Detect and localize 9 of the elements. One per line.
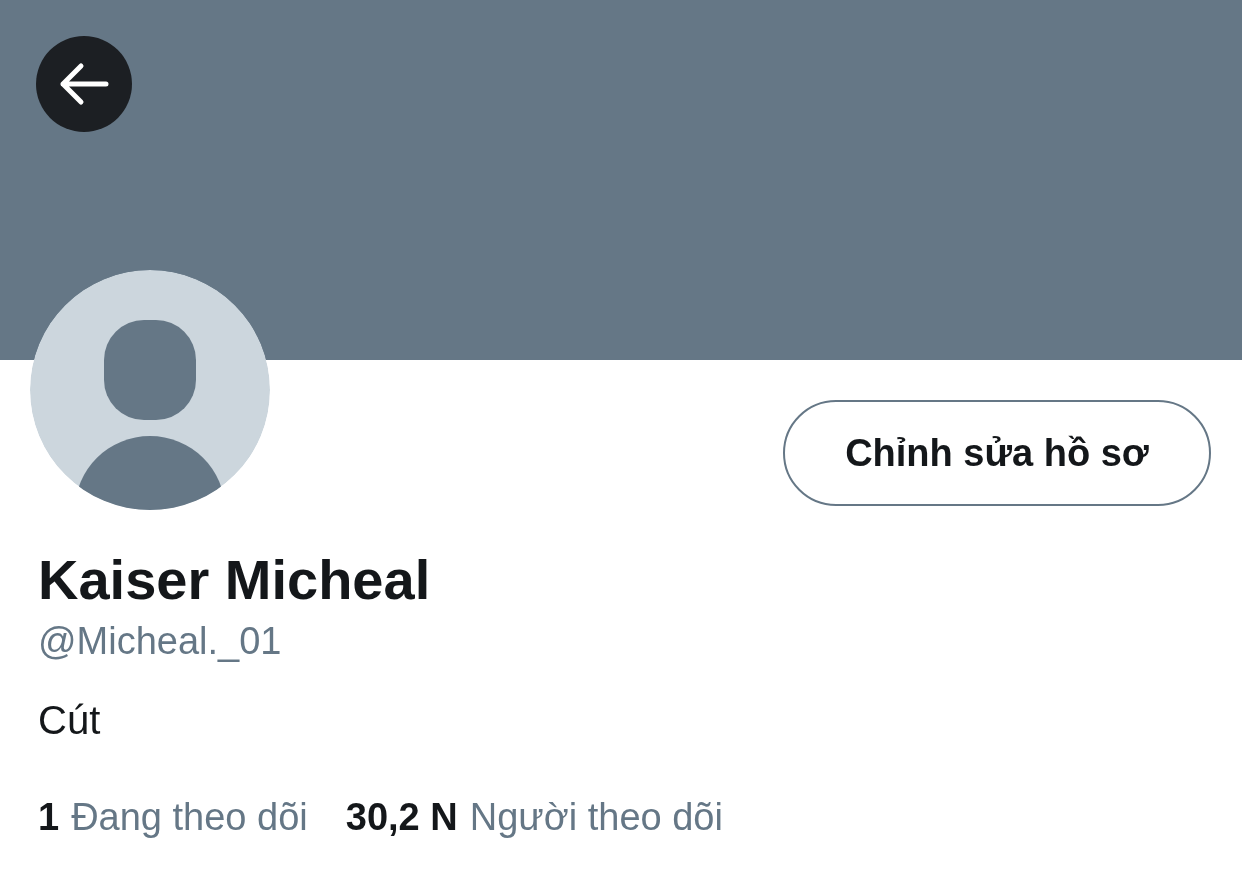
stat-label[interactable]: Đang theo dõi <box>71 796 308 839</box>
profile-name: Kaiser Micheal <box>38 548 431 612</box>
stat-count: 30,2 N <box>345 796 458 839</box>
stat-count: 1 <box>38 796 60 839</box>
profile-handle: @Micheal._01 <box>38 619 282 664</box>
stat-label[interactable]: Người theo dõi <box>469 796 723 839</box>
back-arrow-icon <box>58 62 110 106</box>
edit-profile-button[interactable]: Chỉnh sửa hồ sơ <box>783 400 1211 506</box>
profile-bio: Cút <box>38 697 101 744</box>
